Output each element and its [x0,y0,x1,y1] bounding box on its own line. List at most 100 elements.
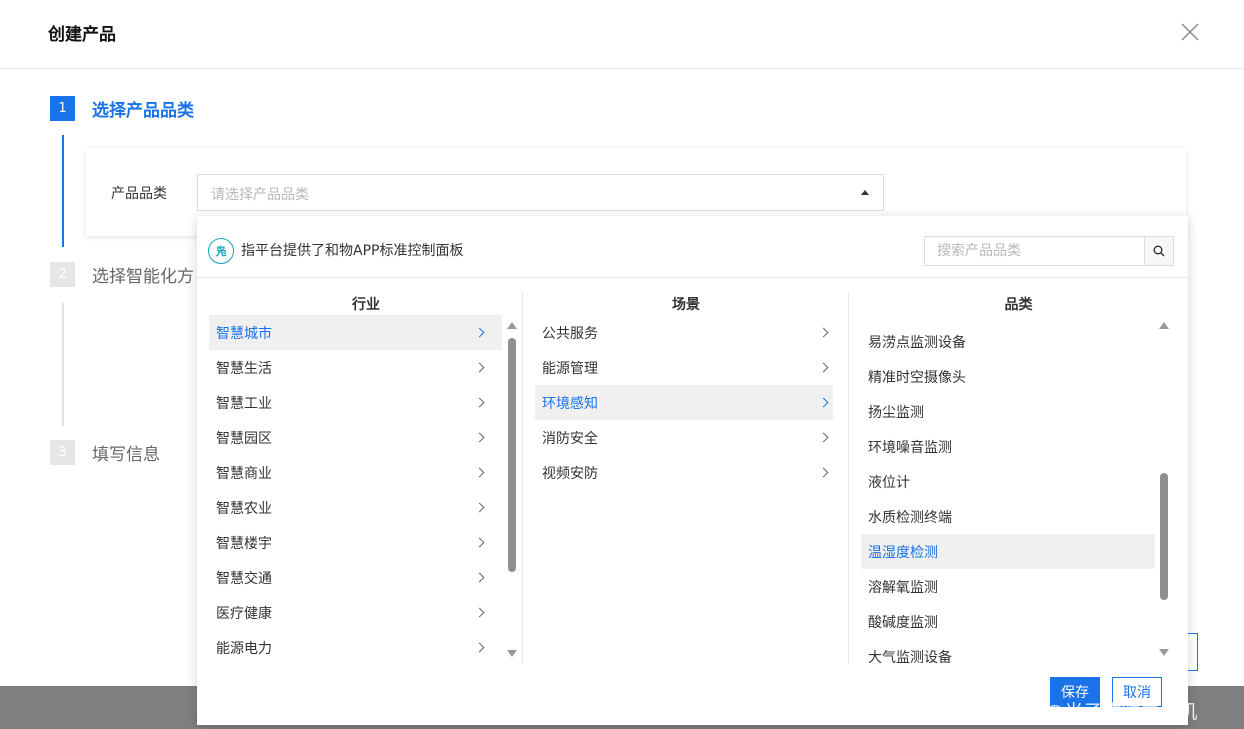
industry-item[interactable]: 智慧商业 [209,455,502,490]
chevron-right-icon [818,362,829,373]
panel-tip: 指平台提供了和物APP标准控制面板 [241,243,464,259]
scene-item[interactable]: 消防安全 [535,420,833,455]
step-label: 选择智能化方 [92,267,194,287]
modal-header: 创建产品 [0,0,1244,69]
scene-item[interactable]: 能源管理 [535,350,833,385]
category-item-label: 酸碱度监测 [868,614,938,631]
modal-title: 创建产品 [48,25,116,45]
search-button[interactable] [1144,236,1174,266]
scene-item-label: 能源管理 [542,360,598,377]
category-item-label: 温湿度检测 [868,544,938,561]
chevron-right-icon [818,467,829,478]
category-item-label: 水质检测终端 [868,509,952,526]
industry-item-label: 智慧商业 [216,465,272,482]
category-item[interactable]: 液位计 [861,464,1155,499]
scroll-up-icon[interactable] [1159,322,1169,329]
scene-item-label: 视频安防 [542,465,598,482]
chevron-right-icon [474,572,485,583]
category-column-title: 品类 [1004,297,1033,313]
category-item-label: 扬尘监测 [868,404,924,421]
product-category-select[interactable]: 请选择产品品类 [197,174,884,211]
industry-item-label: 智慧楼宇 [216,535,272,552]
chevron-right-icon [474,467,485,478]
industry-item[interactable]: 医疗健康 [209,595,502,630]
category-item-label: 精准时空摄像头 [868,369,966,386]
chevron-right-icon [474,432,485,443]
industry-item-label: 智慧交通 [216,570,272,587]
industry-item[interactable]: 智慧生活 [209,350,502,385]
caret-up-icon [861,190,869,195]
step-1: 1 选择产品品类 [50,96,194,121]
chevron-right-icon [818,432,829,443]
scroll-down-icon[interactable] [1159,649,1169,656]
watermark: CSDN @光子物联单片机 [985,701,1198,723]
category-item[interactable]: 大气监测设备 [861,639,1155,674]
industry-item[interactable]: 智慧园区 [209,420,502,455]
step-3: 3 填写信息 [50,440,160,465]
chevron-right-icon [474,397,485,408]
step-number: 3 [50,440,75,465]
close-icon[interactable] [1180,22,1200,42]
step-2: 2 选择智能化方 [50,262,194,287]
step-label: 填写信息 [92,445,160,465]
step-label: 选择产品品类 [92,101,194,121]
scene-column-title: 场景 [672,297,700,313]
industry-item[interactable]: 智慧交通 [209,560,502,595]
category-item[interactable]: 环境噪音监测 [861,429,1155,464]
chevron-right-icon [474,607,485,618]
scroll-down-icon[interactable] [507,650,517,657]
step-connector [62,135,64,247]
chevron-right-icon [474,362,485,373]
column-divider [522,292,523,664]
step-connector [62,303,64,426]
industry-item[interactable]: 智慧工业 [209,385,502,420]
industry-scrollbar-thumb[interactable] [508,338,516,572]
industry-item-label: 能源电力 [216,640,272,657]
chevron-right-icon [474,327,485,338]
chevron-right-icon [818,397,829,408]
scene-item-label: 消防安全 [542,430,598,447]
category-item-label: 大气监测设备 [868,649,952,666]
industry-item-label: 智慧工业 [216,395,272,412]
category-item[interactable]: 温湿度检测 [861,534,1155,569]
chevron-right-icon [474,537,485,548]
category-item-label: 环境噪音监测 [868,439,952,456]
industry-item[interactable]: 能源电力 [209,630,502,665]
industry-column-title: 行业 [352,297,380,313]
chevron-right-icon [818,327,829,338]
industry-item[interactable]: 智慧楼宇 [209,525,502,560]
industry-item-label: 智慧城市 [216,325,272,342]
scene-item[interactable]: 视频安防 [535,455,833,490]
product-category-label: 产品品类 [111,186,167,202]
step-number: 2 [50,262,75,287]
panel-badge-icon: 凫 [208,238,234,264]
category-item-label: 液位计 [868,474,910,491]
category-cascader-dropdown: 凫 指平台提供了和物APP标准控制面板 行业 场景 品类 智慧城市智慧生活智慧工… [197,216,1188,725]
category-item-label: 易涝点监测设备 [868,334,966,351]
scene-item-label: 环境感知 [542,395,598,412]
select-placeholder: 请选择产品品类 [211,187,309,203]
category-scrollbar-thumb[interactable] [1160,473,1168,600]
industry-item[interactable]: 智慧城市 [209,315,502,350]
category-search-input[interactable] [924,236,1145,266]
category-item[interactable]: 扬尘监测 [861,394,1155,429]
category-item-label: 溶解氧监测 [868,579,938,596]
industry-item-label: 智慧农业 [216,500,272,517]
industry-item[interactable]: 智慧农业 [209,490,502,525]
step-number: 1 [50,96,75,121]
category-item[interactable]: 精准时空摄像头 [861,359,1155,394]
dropdown-header: 凫 指平台提供了和物APP标准控制面板 [197,216,1188,278]
search-icon [1153,245,1165,257]
scene-item-label: 公共服务 [542,325,598,342]
category-item[interactable]: 水质检测终端 [861,499,1155,534]
scene-item[interactable]: 环境感知 [535,385,833,420]
industry-item-label: 医疗健康 [216,605,272,622]
column-divider [848,292,849,664]
industry-item-label: 智慧园区 [216,430,272,447]
category-item[interactable]: 易涝点监测设备 [861,324,1155,359]
chevron-right-icon [474,502,485,513]
scroll-up-icon[interactable] [507,322,517,329]
category-item[interactable]: 溶解氧监测 [861,569,1155,604]
scene-item[interactable]: 公共服务 [535,315,833,350]
category-item[interactable]: 酸碱度监测 [861,604,1155,639]
